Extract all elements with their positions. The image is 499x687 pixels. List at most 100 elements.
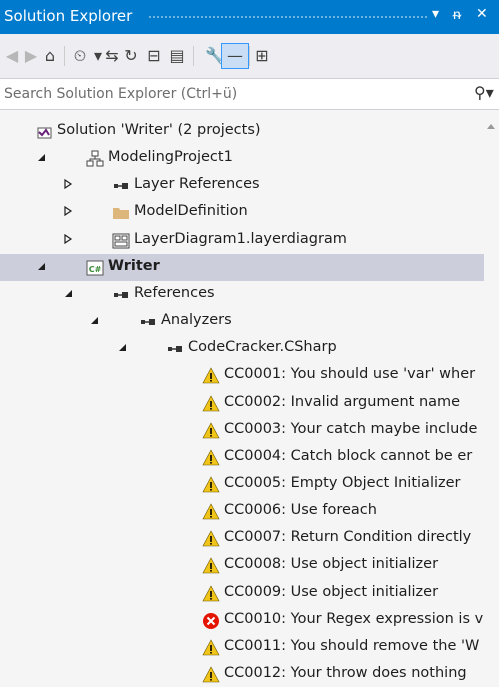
tree-item[interactable]: ModelingProject1 xyxy=(0,145,484,172)
warning-icon xyxy=(202,639,220,657)
references-icon xyxy=(166,340,184,358)
search-input[interactable] xyxy=(0,81,448,107)
analyzer-rule-item[interactable]: CC0011: You should remove the 'W xyxy=(0,634,484,661)
tree-item-label: CC0009: Use object initializer xyxy=(224,583,439,600)
warning-icon xyxy=(202,666,220,684)
error-icon xyxy=(202,612,220,630)
window-title: Solution Explorer xyxy=(4,7,133,25)
tree-item[interactable]: C# Writer xyxy=(0,253,484,281)
csharp-project-icon: C# xyxy=(86,259,104,277)
analyzer-rule-item[interactable]: CC0010: Your Regex expression is v xyxy=(0,607,484,634)
analyzer-rule-item[interactable]: CC0008: Use object initializer xyxy=(0,552,484,579)
collapsed-arrow-icon[interactable] xyxy=(62,179,74,192)
analyzer-rule-item[interactable]: CC0009: Use object initializer xyxy=(0,580,484,607)
expanded-arrow-icon[interactable] xyxy=(35,261,47,274)
vertical-scrollbar[interactable] xyxy=(484,110,499,687)
modeling-project-icon xyxy=(86,150,104,168)
title-bar: Solution Explorer ▾ ᵰ ✕ xyxy=(0,0,499,34)
tree-item[interactable]: Analyzers xyxy=(0,308,484,335)
refresh-button[interactable]: ↻ xyxy=(121,44,141,68)
collapsed-arrow-icon[interactable] xyxy=(62,233,74,247)
warning-icon xyxy=(202,530,220,548)
show-all-files-button[interactable]: ▤ xyxy=(167,44,187,68)
analyzer-rule-item[interactable]: CC0001: You should use 'var' wher xyxy=(0,362,484,389)
back-button[interactable]: ◀ xyxy=(2,44,22,68)
collapsed-arrow-icon[interactable] xyxy=(62,206,74,219)
analyzer-rule-item[interactable]: CC0007: Return Condition directly xyxy=(0,525,484,552)
collapse-all-icon: ⊟ xyxy=(147,46,161,65)
title-bar-grip[interactable] xyxy=(148,15,427,20)
warning-icon xyxy=(202,557,220,575)
warning-icon xyxy=(202,422,220,440)
tree-item-label: CC0007: Return Condition directly xyxy=(224,529,472,546)
analyzer-rule-item[interactable]: CC0012: Your throw does nothing xyxy=(0,661,484,687)
expanded-arrow-icon[interactable] xyxy=(35,152,47,165)
analyzer-rule-item[interactable]: CC0006: Use foreach xyxy=(0,498,484,525)
class-view-button[interactable]: ⊞ xyxy=(252,44,272,68)
warning-icon xyxy=(202,584,220,603)
tree-item-label: CC0011: You should remove the 'W xyxy=(224,637,480,654)
forward-icon: ▶ xyxy=(24,46,38,65)
pending-changes-filter-button[interactable]: ⏲ xyxy=(70,44,90,68)
tree-item-label: CC0005: Empty Object Initializer xyxy=(224,474,461,491)
tree-item[interactable]: ModelDefinition xyxy=(0,199,484,226)
scroll-up-arrow-icon[interactable] xyxy=(487,124,495,129)
analyzer-rule-item[interactable]: CC0005: Empty Object Initializer xyxy=(0,471,484,498)
home-icon: ⌂ xyxy=(44,46,56,65)
close-icon[interactable]: ✕ xyxy=(476,6,488,22)
preview-icon: — xyxy=(227,46,243,65)
tree-item[interactable]: CodeCracker.CSharp xyxy=(0,335,484,362)
toolbar-separator xyxy=(64,46,65,66)
tree-item-label: Analyzers xyxy=(161,312,232,329)
collapse-all-button[interactable]: ⊟ xyxy=(144,44,164,68)
tree-item[interactable]: LayerDiagram1.layerdiagram xyxy=(0,227,484,254)
tree-item-label: ModelingProject1 xyxy=(108,149,233,166)
expanded-arrow-icon[interactable] xyxy=(116,342,128,355)
tree-item[interactable]: Solution 'Writer' (2 projects) xyxy=(0,118,484,145)
sync-with-active-document-button[interactable]: ⇆ xyxy=(102,44,122,68)
references-icon xyxy=(112,286,130,304)
tree-item-label: CC0004: Catch block cannot be er xyxy=(224,447,473,464)
analyzer-rule-item[interactable]: CC0003: Your catch maybe include xyxy=(0,417,484,444)
tree-item-label: Writer xyxy=(108,257,160,274)
toolbar-separator xyxy=(249,46,250,66)
tree-item[interactable]: References xyxy=(0,281,484,308)
expanded-arrow-icon[interactable] xyxy=(62,288,74,301)
tree-item-label: CodeCracker.CSharp xyxy=(188,339,337,356)
search-box[interactable]: ⚲▾ xyxy=(0,78,499,110)
warning-icon xyxy=(202,503,220,521)
refresh-icon: ↻ xyxy=(124,46,138,65)
home-button[interactable]: ⌂ xyxy=(40,44,60,68)
clock-icon: ⏲ xyxy=(73,46,87,65)
search-icon[interactable]: ⚲▾ xyxy=(474,83,494,102)
tree-item-label: CC0006: Use foreach xyxy=(224,502,377,519)
hierarchy-icon: ⊞ xyxy=(255,46,269,65)
references-icon xyxy=(139,313,157,331)
references-icon xyxy=(112,177,130,195)
preview-selected-items-button[interactable]: — xyxy=(221,43,249,69)
dropdown-arrow-icon: ▾ xyxy=(93,46,103,65)
solution-icon xyxy=(35,123,53,141)
expanded-arrow-icon[interactable] xyxy=(88,315,100,328)
tree-item-label: Layer References xyxy=(134,176,260,193)
analyzer-rule-item[interactable]: CC0004: Catch block cannot be er xyxy=(0,444,484,471)
tree-item-label: Solution 'Writer' (2 projects) xyxy=(57,122,261,138)
tree-item-label: ModelDefinition xyxy=(134,203,248,220)
window-options-dropdown-icon[interactable]: ▾ xyxy=(432,6,439,22)
tree-item-label: CC0002: Invalid argument name xyxy=(224,393,461,410)
sync-icon: ⇆ xyxy=(105,46,119,65)
tree-item[interactable]: Layer References xyxy=(0,172,484,199)
tree-item-label: CC0003: Your catch maybe include xyxy=(224,420,478,437)
svg-text:C#: C# xyxy=(89,265,102,274)
toolbar-separator xyxy=(193,46,194,66)
pin-icon[interactable]: ᵰ xyxy=(453,6,461,23)
solution-tree: Solution 'Writer' (2 projects) ModelingPr… xyxy=(0,110,484,687)
analyzer-rule-item[interactable]: CC0002: Invalid argument name xyxy=(0,390,484,417)
tree-item-label: References xyxy=(134,284,215,301)
warning-icon xyxy=(202,476,220,494)
show-all-files-icon: ▤ xyxy=(169,46,185,65)
forward-button[interactable]: ▶ xyxy=(21,44,41,68)
tree-item-label: CC0012: Your throw does nothing xyxy=(224,665,467,681)
tree-item-label: CC0008: Use object initializer xyxy=(224,556,439,573)
back-icon: ◀ xyxy=(5,46,19,65)
